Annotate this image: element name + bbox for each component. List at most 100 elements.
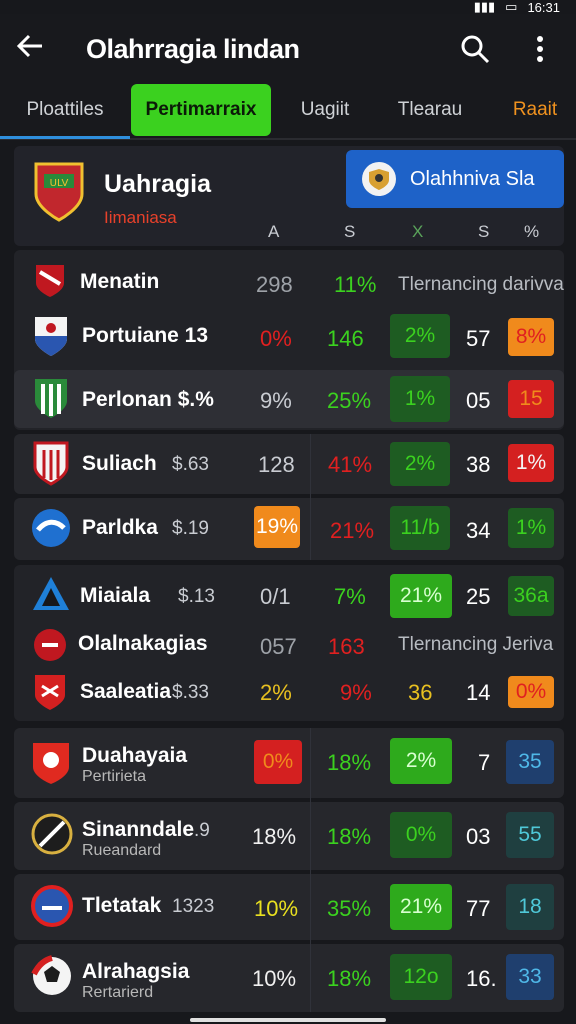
team-name[interactable]: Parldka (82, 516, 158, 540)
stat-s: 18% (327, 750, 372, 775)
stat-s2: 34 (466, 518, 491, 543)
stat-s: 18% (327, 824, 372, 849)
stat-pct-box: 1% (508, 508, 554, 548)
stat-s: 9% (340, 680, 372, 705)
more-options-icon[interactable] (530, 34, 550, 64)
col-header-s2: S (478, 222, 490, 241)
stat-a: 0% (260, 326, 292, 351)
stat-x-box: 2% (390, 314, 450, 358)
stat-x-box: 2% (390, 738, 452, 784)
clock: 16:31 (527, 0, 560, 15)
stat-x-box: 1% (390, 376, 450, 422)
stat-s2: 14 (466, 680, 491, 705)
team-sub: Rueandard (82, 842, 162, 859)
team-name[interactable]: Suliach (82, 452, 157, 476)
stat-s: 163 (328, 634, 365, 659)
tab-ploattiles[interactable]: Ploattiles (10, 84, 120, 136)
club-crest-icon (32, 314, 70, 358)
team-name[interactable]: Tletatak (82, 894, 161, 918)
club-crest-icon (32, 376, 70, 420)
stat-s: 146 (327, 326, 364, 351)
home-indicator[interactable] (190, 1018, 386, 1022)
stat-pct-box: 55 (506, 812, 554, 858)
stat-s: 18% (327, 966, 372, 991)
stat-s: 35% (327, 896, 372, 921)
app-bar: Olahrragia lindan (0, 14, 576, 84)
tab-tlearau[interactable]: Tlearau (385, 84, 475, 136)
team-extra: $.33 (172, 682, 209, 703)
team-extra: .9 (194, 820, 210, 841)
stat-pct-box: 18 (506, 884, 554, 930)
team-extra: 1323 (172, 896, 215, 917)
club-crest-icon (32, 626, 68, 664)
stat-a-box: 19% (254, 506, 300, 548)
stat-x-box: 11/b (390, 506, 450, 550)
team-name[interactable]: Menatin (80, 270, 159, 294)
team-name[interactable]: Miaiala (80, 584, 150, 608)
page-title: Olahrragia lindan (86, 33, 300, 64)
signal-icon: ▮▮▮ (473, 0, 496, 14)
club-crest-icon (32, 440, 70, 486)
follow-button[interactable]: Olahhniva Sla (346, 150, 564, 208)
back-arrow-icon[interactable] (16, 32, 56, 66)
header-team-name: Uahragia (104, 170, 211, 198)
stat-s2: 7 (478, 750, 491, 775)
stat-x-box: 0% (390, 812, 452, 858)
stat-a: 2% (260, 680, 292, 705)
club-crest-icon (30, 740, 72, 786)
team-name[interactable]: Perlonan $.% (82, 388, 214, 412)
stat-a: 10% (254, 896, 299, 921)
stat-a: 057 (260, 634, 297, 659)
col-header-a: A (268, 222, 280, 241)
stat-a: 18% (252, 824, 297, 849)
header-team-sub: Iimaniasa (104, 208, 177, 227)
stat-pct-box: 0% (508, 676, 554, 708)
stat-s: 25% (327, 388, 372, 413)
stat-s2: 05 (466, 388, 491, 413)
team-extra: $.63 (172, 454, 209, 475)
column-divider (310, 434, 311, 560)
club-crest-icon (32, 262, 68, 298)
stat-a: 298 (256, 272, 293, 297)
stat-a: 128 (258, 452, 295, 477)
stat-pct-box: 36a (508, 576, 554, 616)
tab-raait[interactable]: Raait (495, 84, 575, 136)
col-header-s: S (344, 222, 356, 241)
svg-text:ULV: ULV (50, 178, 69, 189)
team-crest-icon: ULV (32, 160, 86, 222)
team-name[interactable]: Portuiane 13 (82, 324, 208, 348)
row-note: Tlernancing darivva (398, 274, 564, 295)
soccer-ball-icon (30, 954, 74, 998)
search-icon[interactable] (460, 34, 490, 64)
stat-s2: 25 (466, 584, 491, 609)
stat-a: 9% (260, 388, 292, 413)
stat-pct-box: 8% (508, 318, 554, 356)
stat-s: 41% (328, 452, 373, 477)
team-name[interactable]: Saaleatia (80, 680, 171, 704)
team-name[interactable]: Duahayaia (82, 744, 187, 768)
stat-s: 11% (334, 272, 377, 297)
club-crest-icon (32, 672, 68, 712)
club-crest-icon (30, 574, 72, 614)
follow-label: Olahhniva Sla (410, 167, 535, 190)
team-name[interactable]: Alrahagsia (82, 960, 189, 984)
stat-pct-box: 1% (508, 444, 554, 482)
club-crest-icon (30, 812, 74, 856)
stat-x: 36 (408, 680, 433, 705)
row-note: Tlernancing Jeriva (398, 634, 554, 655)
column-divider-2 (310, 728, 311, 1012)
tab-uagiit[interactable]: Uagiit (285, 84, 365, 136)
stat-s2: 03 (466, 824, 491, 849)
stat-s: 21% (330, 518, 375, 543)
battery-icon: ▭ (505, 0, 518, 14)
team-name[interactable]: Olalnakagias (78, 632, 208, 656)
stat-x-box: 2% (390, 442, 450, 486)
badge-icon (362, 162, 396, 196)
tab-pertimarraix[interactable]: Pertimarraix (131, 84, 271, 136)
team-sub: Pertirieta (82, 768, 147, 785)
stat-a: 0/1 (260, 584, 291, 609)
team-name[interactable]: Sinanndale (82, 818, 194, 842)
stat-a: 10% (252, 966, 297, 991)
club-crest-icon (30, 884, 74, 928)
club-crest-icon (30, 506, 72, 550)
